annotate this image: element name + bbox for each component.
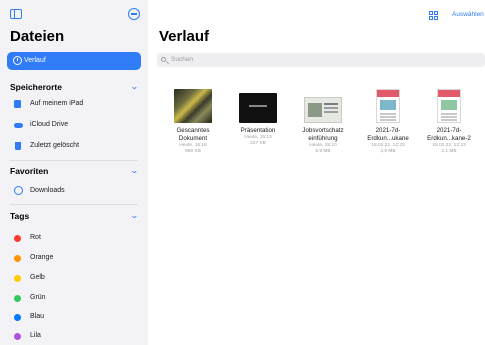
- file-item[interactable]: Jobsvortschatz einführung Heute, 15:10 5,…: [291, 85, 355, 155]
- sidebar-item-label: Downloads: [30, 187, 65, 194]
- tag-label: Rot: [30, 234, 41, 241]
- file-size: 2,1 MB: [441, 149, 457, 154]
- search-icon: [161, 57, 166, 62]
- search-placeholder: Suchen: [171, 56, 194, 63]
- page-title: Verlauf: [159, 28, 210, 45]
- file-size: 869 KB: [185, 149, 201, 154]
- tag-color-dot-icon: [14, 255, 21, 262]
- tag-item-gelb[interactable]: Gelb: [10, 271, 140, 285]
- sidebar-item-label: iCloud Drive: [30, 121, 69, 128]
- tag-item-orange[interactable]: Orange: [10, 251, 140, 265]
- file-size: 247 KB: [250, 141, 266, 146]
- file-name: 2021-7d- Erdkun...kane-2: [427, 127, 471, 142]
- section-header-label: Tags: [10, 211, 30, 221]
- tag-label: Grün: [30, 294, 46, 301]
- tag-color-dot-icon: [14, 295, 21, 302]
- sidebar-item-label: Zuletzt gelöscht: [30, 142, 80, 149]
- file-name: Präsentation: [240, 127, 276, 134]
- ipad-icon: [14, 100, 21, 108]
- sidebar-top-toolbar: [10, 8, 140, 22]
- sidebar-item-recently-deleted[interactable]: Zuletzt gelöscht: [10, 139, 140, 153]
- tag-item-rot[interactable]: Rot: [10, 231, 140, 245]
- section-header-label: Speicherorte: [10, 82, 62, 92]
- file-thumbnail: [437, 89, 461, 123]
- grid-view-icon[interactable]: [429, 11, 438, 20]
- divider: [10, 204, 138, 205]
- tag-label: Gelb: [30, 274, 45, 281]
- file-item[interactable]: Gescanntes Dokument Heute, 15:16 869 KB: [161, 85, 225, 155]
- section-header-favorites[interactable]: Favoriten ⌄: [10, 166, 140, 176]
- chevron-down-icon[interactable]: ⌄: [130, 166, 139, 175]
- file-item[interactable]: Präsentation Heute, 15:13 247 KB: [226, 85, 290, 147]
- tag-label: Lila: [30, 332, 41, 339]
- file-size: 5,9 MB: [315, 149, 331, 154]
- select-button[interactable]: Auswählen: [452, 11, 484, 18]
- tag-label: Orange: [30, 254, 54, 261]
- tag-color-dot-icon: [14, 314, 21, 321]
- trash-icon: [15, 142, 21, 150]
- clock-icon: [13, 56, 22, 65]
- sidebar-item-label: Auf meinem iPad: [30, 100, 84, 107]
- file-name: Gescanntes Dokument: [176, 127, 210, 142]
- file-thumbnail: [174, 89, 212, 123]
- sidebar-item-label: Verlauf: [24, 57, 46, 64]
- section-header-label: Favoriten: [10, 166, 49, 176]
- file-item[interactable]: 2021-7d- Erdkun...kane-2 18.02.22, 12:23 …: [417, 85, 481, 155]
- tag-color-dot-icon: [14, 333, 21, 340]
- chevron-down-icon[interactable]: ⌄: [130, 82, 139, 91]
- tag-item-lila[interactable]: Lila: [10, 329, 140, 343]
- divider: [10, 160, 138, 161]
- more-options-icon[interactable]: [128, 8, 140, 20]
- sidebar-title: Dateien: [10, 28, 65, 45]
- sidebar-item-verlauf[interactable]: Verlauf: [7, 52, 141, 70]
- sidebar: Dateien Verlauf Speicherorte ⌄ Auf meine…: [0, 0, 148, 345]
- main-content: Auswählen Verlauf Suchen Gescanntes Dokum…: [148, 0, 485, 345]
- sidebar-item-icloud-drive[interactable]: iCloud Drive: [10, 118, 140, 132]
- tag-color-dot-icon: [14, 275, 21, 282]
- file-thumbnail: [376, 89, 400, 123]
- file-name: Jobsvortschatz einführung: [302, 127, 344, 142]
- tag-item-gruen[interactable]: Grün: [10, 291, 140, 305]
- download-icon: [14, 186, 23, 195]
- file-name: 2021-7d- Erdkun...ukane: [367, 127, 409, 142]
- search-input[interactable]: Suchen: [157, 53, 485, 67]
- sidebar-item-on-my-ipad[interactable]: Auf meinem iPad: [10, 97, 140, 111]
- file-thumbnail: [304, 97, 342, 123]
- sidebar-toggle-icon[interactable]: [10, 9, 22, 19]
- chevron-down-icon[interactable]: ⌄: [130, 211, 139, 220]
- file-thumbnail: [239, 93, 277, 123]
- section-header-locations[interactable]: Speicherorte ⌄: [10, 82, 140, 92]
- tag-label: Blau: [30, 313, 45, 320]
- file-item[interactable]: 2021-7d- Erdkun...ukane 18.02.22, 12:23 4…: [356, 85, 420, 155]
- tag-item-blau[interactable]: Blau: [10, 310, 140, 324]
- tag-color-dot-icon: [14, 235, 21, 242]
- cloud-icon: [14, 123, 23, 128]
- section-header-tags[interactable]: Tags ⌄: [10, 211, 140, 221]
- file-size: 4,9 MB: [380, 149, 396, 154]
- sidebar-item-downloads[interactable]: Downloads: [10, 184, 140, 198]
